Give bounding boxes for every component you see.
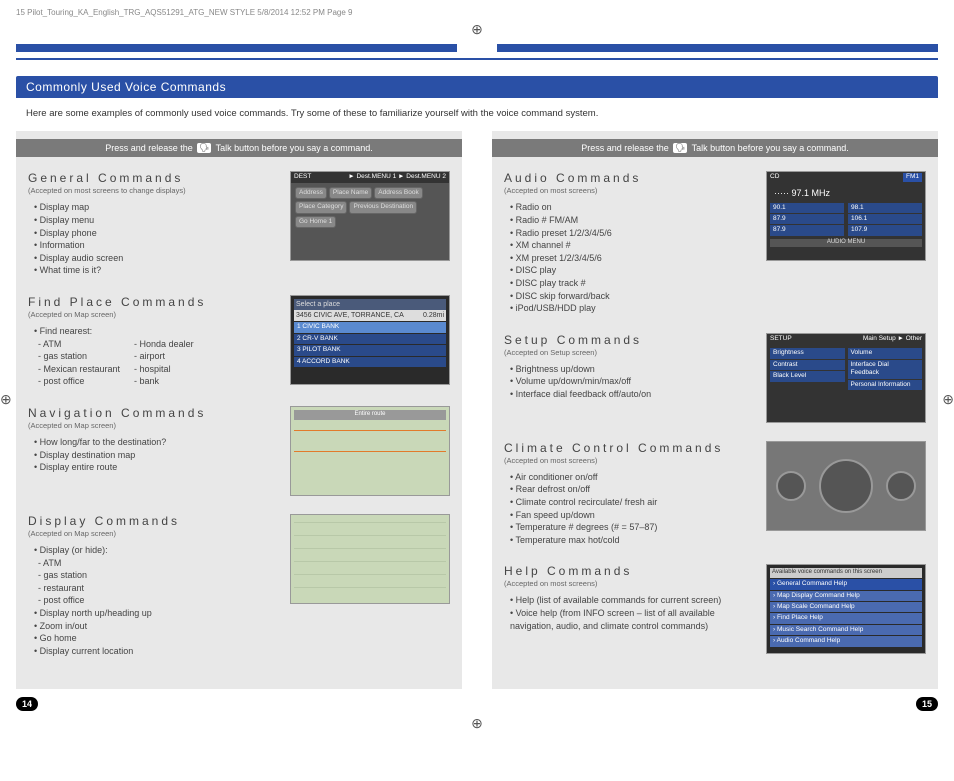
display-list: Display (or hide):: [28, 544, 280, 557]
audio-heading: Audio Commands: [504, 171, 756, 185]
press-instruction-left: Press and release the 🗣 Talk button befo…: [16, 139, 462, 158]
talk-icon: 🗣: [197, 143, 211, 153]
page-number-right: 15: [916, 697, 938, 711]
find-list: Find nearest:: [28, 325, 280, 338]
find-heading: Find Place Commands: [28, 295, 280, 309]
slugline: 15 Pilot_Touring_KA_English_TRG_AQS51291…: [16, 8, 938, 17]
audio-thumb: CDFM1 ····· 97.1 MHz 90.187.987.998.1106…: [766, 171, 926, 261]
climate-accepted: (Accepted on most screens): [504, 456, 756, 465]
page-number-left: 14: [16, 697, 38, 711]
display-thumb: [290, 514, 450, 604]
audio-list: Radio onRadio # FM/AMRadio preset 1/2/3/…: [504, 201, 756, 314]
help-thumb: Available voice commands on this screen …: [766, 564, 926, 654]
find-accepted: (Accepted on Map screen): [28, 310, 280, 319]
help-list: Help (list of available commands for cur…: [504, 594, 756, 632]
registration-mark-left: ⊕: [0, 391, 12, 408]
display-heading: Display Commands: [28, 514, 280, 528]
climate-thumb: [766, 441, 926, 531]
climate-heading: Climate Control Commands: [504, 441, 756, 455]
general-list: Display mapDisplay menuDisplay phoneInfo…: [28, 201, 280, 277]
general-accepted: (Accepted on most screens to change disp…: [28, 186, 280, 195]
help-heading: Help Commands: [504, 564, 756, 578]
registration-mark-bottom: ⊕: [16, 715, 938, 732]
registration-mark-top: ⊕: [16, 21, 938, 38]
display-accepted: (Accepted on Map screen): [28, 529, 280, 538]
find-thumb: Select a place 3456 CIVIC AVE, TORRANCE,…: [290, 295, 450, 385]
intro-text: Here are some examples of commonly used …: [26, 108, 938, 121]
help-accepted: (Accepted on most screens): [504, 579, 756, 588]
nav-accepted: (Accepted on Map screen): [28, 421, 280, 430]
setup-thumb: SETUPMain Setup ► Other BrightnessContra…: [766, 333, 926, 423]
setup-list: Brightness up/downVolume up/down/min/max…: [504, 363, 756, 401]
nav-list: How long/far to the destination?Display …: [28, 436, 280, 474]
nav-heading: Navigation Commands: [28, 406, 280, 420]
press-instruction-right: Press and release the 🗣 Talk button befo…: [492, 139, 938, 158]
audio-accepted: (Accepted on most screens): [504, 186, 756, 195]
setup-heading: Setup Commands: [504, 333, 756, 347]
right-column: Press and release the 🗣 Talk button befo…: [492, 131, 938, 690]
general-thumb: DEST► Dest.MENU 1 ► Dest.MENU 2 AddressP…: [290, 171, 450, 261]
setup-accepted: (Accepted on Setup screen): [504, 348, 756, 357]
section-title: Commonly Used Voice Commands: [16, 76, 938, 98]
header-bars: [16, 44, 938, 52]
left-column: Press and release the 🗣 Talk button befo…: [16, 131, 462, 690]
climate-list: Air conditioner on/offRear defrost on/of…: [504, 471, 756, 547]
registration-mark-right: ⊕: [942, 391, 954, 408]
talk-icon: 🗣: [673, 143, 687, 153]
general-heading: General Commands: [28, 171, 280, 185]
nav-thumb: Entire route: [290, 406, 450, 496]
